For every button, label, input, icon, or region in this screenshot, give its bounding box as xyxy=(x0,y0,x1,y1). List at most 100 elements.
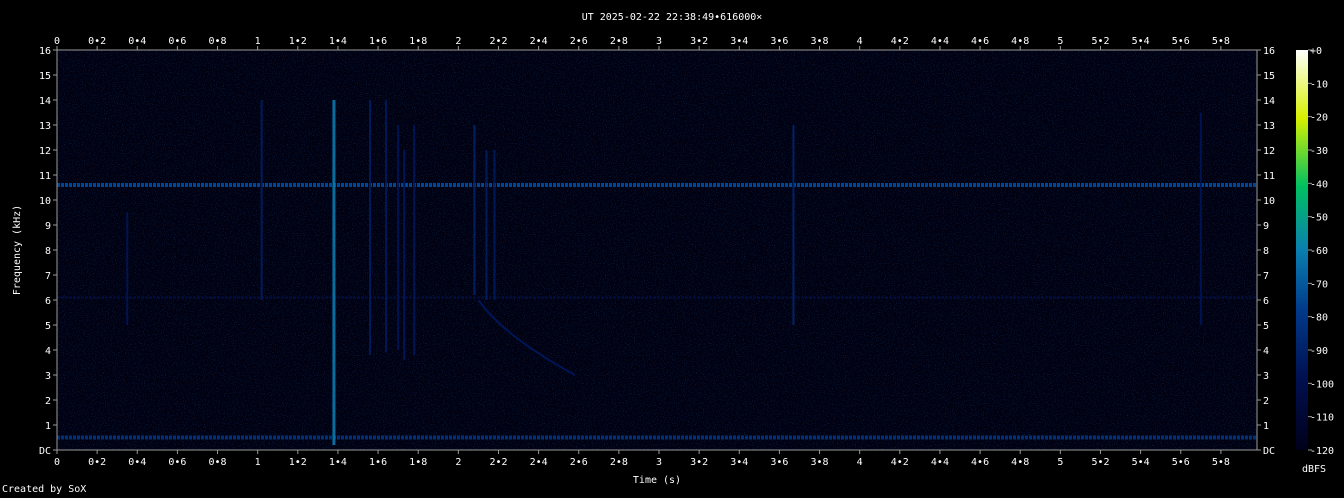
colorbar-ticks: +0 -10 -20 -30 -40 -50 -60 -70 -80 -90 -100 -110 -12… xyxy=(1308,46,1334,457)
x-tick-label-bottom: 4•8 xyxy=(1011,457,1029,468)
y-tick-label-left: 14 xyxy=(39,96,51,107)
x-tick-label-top: 5 xyxy=(1057,36,1063,47)
colorbar-tick-label: -20 xyxy=(1310,113,1328,124)
x-tick-label-bottom: 3•2 xyxy=(690,457,708,468)
y-tick-label-left: 6 xyxy=(45,296,51,307)
x-tick-label-bottom: 5•8 xyxy=(1212,457,1230,468)
x-tick-label-top: 1•2 xyxy=(289,36,307,47)
y-tick-label-right: 8 xyxy=(1263,246,1269,257)
y-tick-label-left: 1 xyxy=(45,421,51,432)
colorbar-tick-label: -120 xyxy=(1310,446,1334,457)
x-tick-label-bottom: 4•6 xyxy=(971,457,989,468)
x-tick-label-bottom: 5 xyxy=(1057,457,1063,468)
x-tick-label-bottom: 3•4 xyxy=(730,457,748,468)
x-tick-label-top: 2•6 xyxy=(570,36,588,47)
x-tick-label-top: 5•8 xyxy=(1212,36,1230,47)
colorbar-tick-label: -80 xyxy=(1310,313,1328,324)
colorbar-gradient xyxy=(1296,50,1308,450)
y-tick-label-left: 13 xyxy=(39,121,51,132)
y-tick-label-right: 9 xyxy=(1263,221,1269,232)
y-tick-label-left: 15 xyxy=(39,71,51,82)
plot-area xyxy=(56,49,1258,451)
y-tick-label-left: 11 xyxy=(39,171,51,182)
x-tick-label-bottom: 1•8 xyxy=(409,457,427,468)
x-tick-label-top: 4•8 xyxy=(1011,36,1029,47)
x-tick-label-top: 4•4 xyxy=(931,36,949,47)
x-tick-label-top: 4 xyxy=(857,36,863,47)
x-tick-label-top: 2•4 xyxy=(530,36,548,47)
x-tick-label-top: 0•8 xyxy=(209,36,227,47)
x-tick-label-bottom: 2•4 xyxy=(530,457,548,468)
x-tick-label-top: 1•6 xyxy=(369,36,387,47)
x-tick-label-top: 5•6 xyxy=(1172,36,1190,47)
y-tick-label-left: 5 xyxy=(45,321,51,332)
y-tick-label-left: 16 xyxy=(39,46,51,57)
x-tick-label-top: 4•2 xyxy=(891,36,909,47)
y-tick-label-right: 1 xyxy=(1263,421,1269,432)
y-tick-label-left: 3 xyxy=(45,371,51,382)
x-tick-label-bottom: 1•4 xyxy=(329,457,347,468)
noise-floor xyxy=(57,50,1257,450)
colorbar-tick-label: -50 xyxy=(1310,213,1328,224)
y-axis-label: Frequency (kHz) xyxy=(12,205,23,295)
x-tick-label-bottom: 2 xyxy=(455,457,461,468)
x-tick-label-bottom: 4 xyxy=(857,457,863,468)
x-tick-label-bottom: 0•4 xyxy=(128,457,146,468)
y-tick-label-right: 16 xyxy=(1263,46,1275,57)
x-tick-label-top: 2•8 xyxy=(610,36,628,47)
x-tick-label-bottom: 0•2 xyxy=(88,457,106,468)
colorbar-tick-label: +0 xyxy=(1310,46,1322,57)
x-tick-label-top: 1•4 xyxy=(329,36,347,47)
x-tick-label-top: 5•2 xyxy=(1091,36,1109,47)
y-tick-label-right: 6 xyxy=(1263,296,1269,307)
x-tick-label-top: 3 xyxy=(656,36,662,47)
y-tick-label-right: 12 xyxy=(1263,146,1275,157)
y-tick-label-left: 4 xyxy=(45,346,51,357)
x-tick-label-bottom: 2•8 xyxy=(610,457,628,468)
colorbar-tick-label: -60 xyxy=(1310,246,1328,257)
colorbar-tick-label: -40 xyxy=(1310,179,1328,190)
x-tick-label-top: 0•4 xyxy=(128,36,146,47)
y-tick-label-left: 9 xyxy=(45,221,51,232)
y-tick-label-left: 10 xyxy=(39,196,51,207)
colorbar-tick-label: -110 xyxy=(1310,413,1334,424)
x-tick-label-bottom: 5•2 xyxy=(1091,457,1109,468)
x-axis-label: Time (s) xyxy=(633,475,681,486)
y-tick-label-right: 4 xyxy=(1263,346,1269,357)
colorbar-tick-label: -100 xyxy=(1310,379,1334,390)
colorbar-label: dBFS xyxy=(1302,464,1326,475)
y-tick-label-right: 2 xyxy=(1263,396,1269,407)
colorbar-tick-label: -90 xyxy=(1310,346,1328,357)
x-tick-label-bottom: 1•6 xyxy=(369,457,387,468)
x-tick-label-top: 4•6 xyxy=(971,36,989,47)
x-tick-label-top: 3•6 xyxy=(770,36,788,47)
x-tick-label-bottom: 3•6 xyxy=(770,457,788,468)
colorbar-tick-label: -30 xyxy=(1310,146,1328,157)
x-tick-label-bottom: 3•8 xyxy=(811,457,829,468)
x-tick-label-bottom: 2•2 xyxy=(489,457,507,468)
y-tick-label-right: 5 xyxy=(1263,321,1269,332)
x-tick-label-top: 1•8 xyxy=(409,36,427,47)
x-tick-label-top: 5•4 xyxy=(1132,36,1150,47)
colorbar-tick-label: -10 xyxy=(1310,79,1328,90)
x-tick-label-bottom: 1 xyxy=(255,457,261,468)
x-tick-label-bottom: 2•6 xyxy=(570,457,588,468)
y-tick-label-right: 13 xyxy=(1263,121,1275,132)
x-tick-label-bottom: 0•8 xyxy=(209,457,227,468)
x-tick-label-top: 0 xyxy=(54,36,60,47)
x-tick-label-top: 3•8 xyxy=(811,36,829,47)
y-tick-label-right: 11 xyxy=(1263,171,1275,182)
x-tick-label-top: 0•6 xyxy=(168,36,186,47)
y-tick-label-right: 7 xyxy=(1263,271,1269,282)
x-tick-label-top: 0•2 xyxy=(88,36,106,47)
y-tick-label-right: 14 xyxy=(1263,96,1275,107)
x-tick-label-bottom: 3 xyxy=(656,457,662,468)
x-tick-label-top: 2•2 xyxy=(489,36,507,47)
y-tick-label-left: DC xyxy=(39,446,51,457)
spectrogram-chart: UT 2025-02-22 22:38:49•616000× 0 0 0•2 0•2 0… xyxy=(12,12,1334,486)
x-tick-label-top: 1 xyxy=(255,36,261,47)
x-tick-label-bottom: 5•6 xyxy=(1172,457,1190,468)
x-tick-label-top: 2 xyxy=(455,36,461,47)
x-tick-label-bottom: 4•2 xyxy=(891,457,909,468)
y-tick-label-right: 10 xyxy=(1263,196,1275,207)
